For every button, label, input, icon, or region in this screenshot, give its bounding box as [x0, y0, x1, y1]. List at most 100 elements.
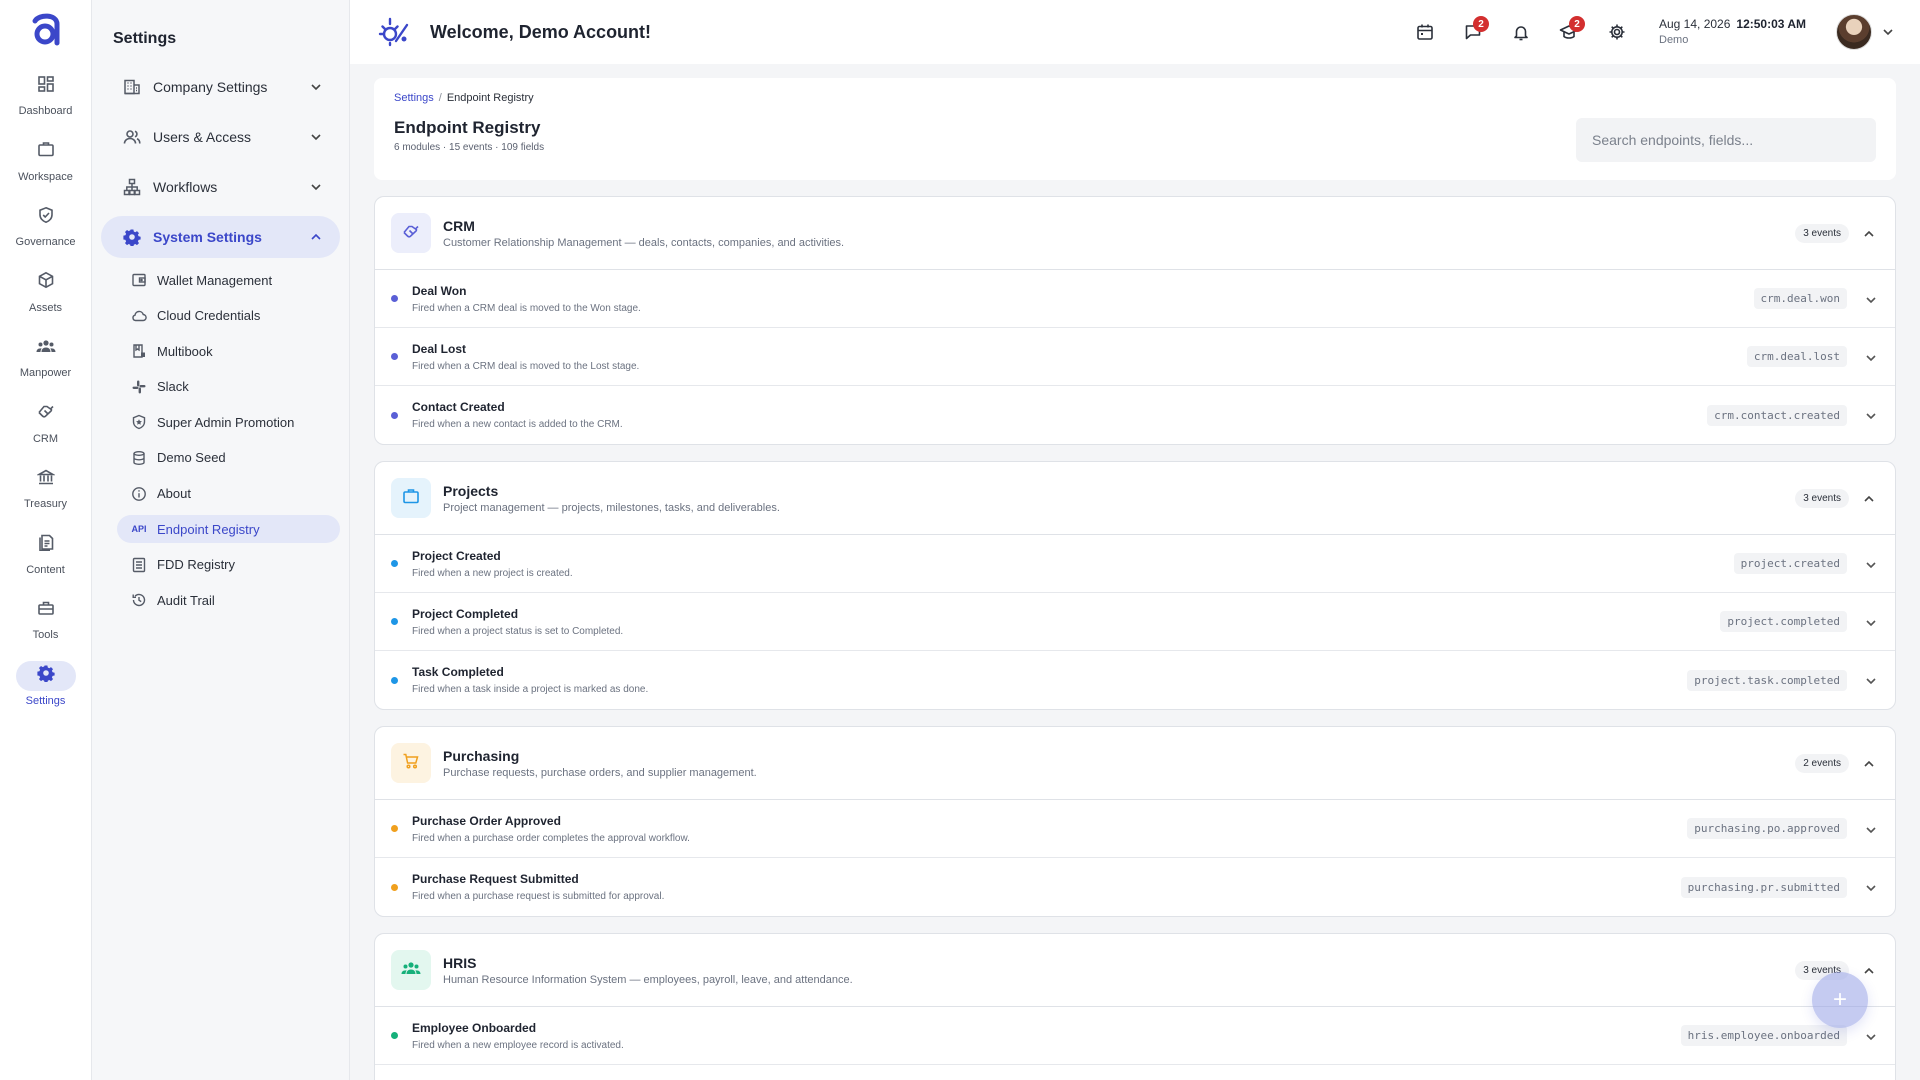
chevron-down-icon — [308, 79, 324, 95]
settings-group-system-settings[interactable]: System Settings — [101, 216, 340, 258]
chevron-down-icon[interactable] — [1863, 822, 1877, 836]
settings-item-fdd-registry[interactable]: FDD Registry — [117, 551, 340, 579]
rail-item-crm[interactable]: CRM — [8, 392, 84, 452]
chevron-down-icon[interactable] — [1863, 880, 1877, 894]
module-header[interactable]: HRIS Human Resource Information System — … — [375, 934, 1895, 1007]
settings-item-label: About — [157, 486, 191, 502]
rail-item-treasury[interactable]: Treasury — [8, 457, 84, 517]
breadcrumb: Settings / Endpoint Registry — [394, 92, 1876, 104]
chevron-up-icon[interactable] — [1861, 963, 1875, 977]
rail-item-manpower[interactable]: Manpower — [8, 326, 84, 386]
event-row-employee-onboarded[interactable]: Employee Onboarded Fired when a new emplo… — [375, 1007, 1895, 1065]
settings-item-cloud-credentials[interactable]: Cloud Credentials — [117, 302, 340, 330]
messages-button[interactable]: 2 — [1449, 12, 1497, 52]
module-event-count-badge: 3 events — [1795, 488, 1849, 508]
rail-item-icon-wrap — [16, 71, 76, 101]
settings-item-about[interactable]: About — [117, 480, 340, 508]
event-key-code: project.task.completed — [1687, 669, 1847, 691]
rail-item-label: Tools — [32, 629, 59, 641]
notifications-button[interactable] — [1497, 12, 1545, 52]
settings-button[interactable] — [1593, 12, 1641, 52]
settings-item-slack[interactable]: Slack — [117, 373, 340, 401]
app-logo-icon[interactable] — [26, 10, 66, 50]
header-clock: Aug 14, 2026 12:50:03 AM Demo — [1659, 16, 1806, 48]
module-description: Customer Relationship Management — deals… — [443, 236, 845, 249]
rail-item-tools[interactable]: Tools — [8, 588, 84, 648]
calendar-button[interactable] — [1401, 12, 1449, 52]
breadcrumb-current: Endpoint Registry — [446, 92, 534, 104]
settings-item-label: Endpoint Registry — [157, 521, 260, 537]
event-row-deal-won[interactable]: Deal Won Fired when a CRM deal is moved t… — [375, 270, 1895, 328]
chevron-down-icon[interactable] — [1863, 557, 1877, 571]
settings-item-multibook[interactable]: Multibook — [117, 337, 340, 365]
settings-item-wallet-management[interactable]: Wallet Management — [117, 266, 340, 294]
module-text: CRM Customer Relationship Management — de… — [443, 218, 1795, 249]
main-content: Settings / Endpoint Registry Endpoint Re… — [374, 78, 1896, 1080]
chevron-down-icon[interactable] — [1863, 350, 1877, 364]
add-fab-button[interactable]: + — [1812, 972, 1868, 1028]
event-text: Purchase Request Submitted Fired when a p… — [412, 872, 1681, 902]
module-header[interactable]: Purchasing Purchase requests, purchase or… — [375, 727, 1895, 800]
cube-icon — [37, 271, 55, 294]
module-description: Purchase requests, purchase orders, and … — [443, 766, 757, 779]
settings-item-audit-trail[interactable]: Audit Trail — [117, 586, 340, 614]
event-row-purchase-order-approved[interactable]: Purchase Order Approved Fired when a purc… — [375, 800, 1895, 858]
event-row-purchase-request-submitted[interactable]: Purchase Request Submitted Fired when a p… — [375, 858, 1895, 916]
event-key-code: crm.deal.lost — [1746, 346, 1847, 367]
chevron-down-icon[interactable] — [1863, 615, 1877, 629]
event-row-project-completed[interactable]: Project Completed Fired when a project st… — [375, 593, 1895, 651]
rail-item-assets[interactable]: Assets — [8, 261, 84, 321]
settings-item-demo-seed[interactable]: Demo Seed — [117, 444, 340, 472]
settings-group-company-settings[interactable]: Company Settings — [101, 66, 340, 108]
rail-item-label: Assets — [28, 301, 62, 314]
user-avatar[interactable] — [1836, 14, 1872, 50]
search-endpoints-input[interactable] — [1576, 118, 1876, 162]
chevron-down-icon[interactable] — [1863, 292, 1877, 306]
chevron-down-icon[interactable] — [1863, 408, 1877, 422]
rail-item-label: Dashboard — [18, 105, 73, 117]
chevron-down-icon[interactable] — [1863, 673, 1877, 687]
event-row-deal-lost[interactable]: Deal Lost Fired when a CRM deal is moved … — [375, 328, 1895, 386]
event-status-dot — [391, 353, 398, 360]
people-icon — [401, 959, 421, 982]
settings-group-workflows[interactable]: Workflows — [101, 166, 340, 208]
event-row-task-completed[interactable]: Task Completed Fired when a task inside a… — [375, 651, 1895, 709]
chevron-up-icon[interactable] — [1861, 491, 1875, 505]
event-row-project-created[interactable]: Project Created Fired when a new project … — [375, 535, 1895, 593]
rail-item-dashboard[interactable]: Dashboard — [8, 64, 84, 124]
event-name: Employee Onboarded — [412, 1020, 537, 1035]
rail-item-icon-wrap — [16, 333, 76, 363]
event-row-contact-created[interactable]: Contact Created Fired when a new contact … — [375, 386, 1895, 444]
settings-item-endpoint-registry[interactable]: API Endpoint Registry — [117, 515, 340, 544]
breadcrumb-settings-link[interactable]: Settings — [394, 92, 434, 104]
current-time: 12:50:03 AM — [1736, 17, 1806, 31]
module-icon-tile — [391, 950, 431, 990]
event-description: Fired when a new project is created. — [412, 567, 573, 579]
module-header[interactable]: CRM Customer Relationship Management — de… — [375, 197, 1895, 270]
event-text: Deal Won Fired when a CRM deal is moved t… — [412, 284, 1754, 314]
settings-group-users-and-access[interactable]: Users & Access — [101, 116, 340, 158]
event-description: Fired when a new employee record is acti… — [412, 1039, 624, 1051]
event-name: Project Completed — [412, 606, 519, 621]
learning-button[interactable]: 2 — [1545, 12, 1593, 52]
hierarchy-icon — [121, 176, 143, 198]
chevron-down-icon[interactable] — [1863, 1029, 1877, 1043]
event-row-leave-approved[interactable]: Leave Approved — [375, 1065, 1895, 1080]
chevron-down-icon[interactable] — [1880, 24, 1896, 40]
settings-group-label: Workflows — [153, 179, 218, 195]
module-header[interactable]: Projects Project management — projects, m… — [375, 462, 1895, 535]
event-status-dot — [391, 825, 398, 832]
org-logo-icon[interactable] — [376, 15, 410, 49]
calendar-icon — [1417, 24, 1433, 40]
settings-item-super-admin-promotion[interactable]: Super Admin Promotion — [117, 408, 340, 436]
rail-item-icon-wrap — [16, 464, 76, 494]
rail-item-content[interactable]: Content — [8, 523, 84, 583]
rail-item-workspace[interactable]: Workspace — [8, 130, 84, 190]
rail-item-icon-wrap — [16, 268, 76, 298]
chevron-up-icon[interactable] — [1861, 756, 1875, 770]
rail-item-governance[interactable]: Governance — [8, 195, 84, 255]
chevron-up-icon — [308, 229, 324, 245]
rail-item-settings[interactable]: Settings — [8, 654, 84, 714]
module-icon-tile — [391, 743, 431, 783]
chevron-up-icon[interactable] — [1861, 226, 1875, 240]
